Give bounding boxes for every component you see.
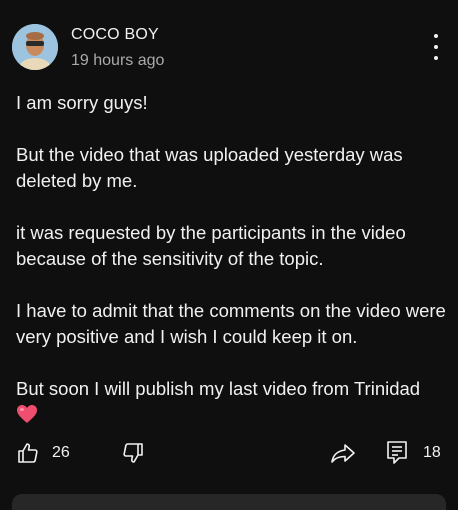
menu-dot xyxy=(434,45,438,49)
comments-button[interactable]: 18 xyxy=(385,440,441,466)
dislike-button[interactable] xyxy=(121,441,145,465)
post-paragraph: But the video that was uploaded yesterda… xyxy=(16,144,403,191)
thumbs-down-icon xyxy=(123,443,143,463)
heart-emoji xyxy=(16,404,38,431)
comment-count: 18 xyxy=(423,444,441,461)
action-bar: 26 18 xyxy=(0,437,458,471)
like-button[interactable]: 26 xyxy=(16,441,70,465)
comment-icon xyxy=(387,441,407,464)
more-options-icon[interactable] xyxy=(426,34,446,60)
author-name[interactable]: COCO BOY xyxy=(71,26,159,44)
avatar-image xyxy=(12,24,58,70)
thumbs-up-icon xyxy=(18,443,38,463)
post-paragraph: But soon I will publish my last video fr… xyxy=(16,378,421,399)
post-paragraph: it was requested by the participants in … xyxy=(16,222,406,269)
bottom-sheet-edge xyxy=(12,494,446,510)
post-paragraph: I have to admit that the comments on the… xyxy=(16,300,446,347)
community-post: COCO BOY 19 hours ago I am sorry guys! B… xyxy=(0,0,458,510)
avatar[interactable] xyxy=(12,24,58,70)
post-body: I am sorry guys! But the video that was … xyxy=(16,90,446,431)
like-count: 26 xyxy=(52,444,70,461)
post-paragraph: I am sorry guys! xyxy=(16,92,148,113)
menu-dot xyxy=(434,56,438,60)
share-icon xyxy=(331,444,355,463)
share-button[interactable] xyxy=(330,441,356,465)
post-timestamp[interactable]: 19 hours ago xyxy=(71,52,164,70)
menu-dot xyxy=(434,34,438,38)
